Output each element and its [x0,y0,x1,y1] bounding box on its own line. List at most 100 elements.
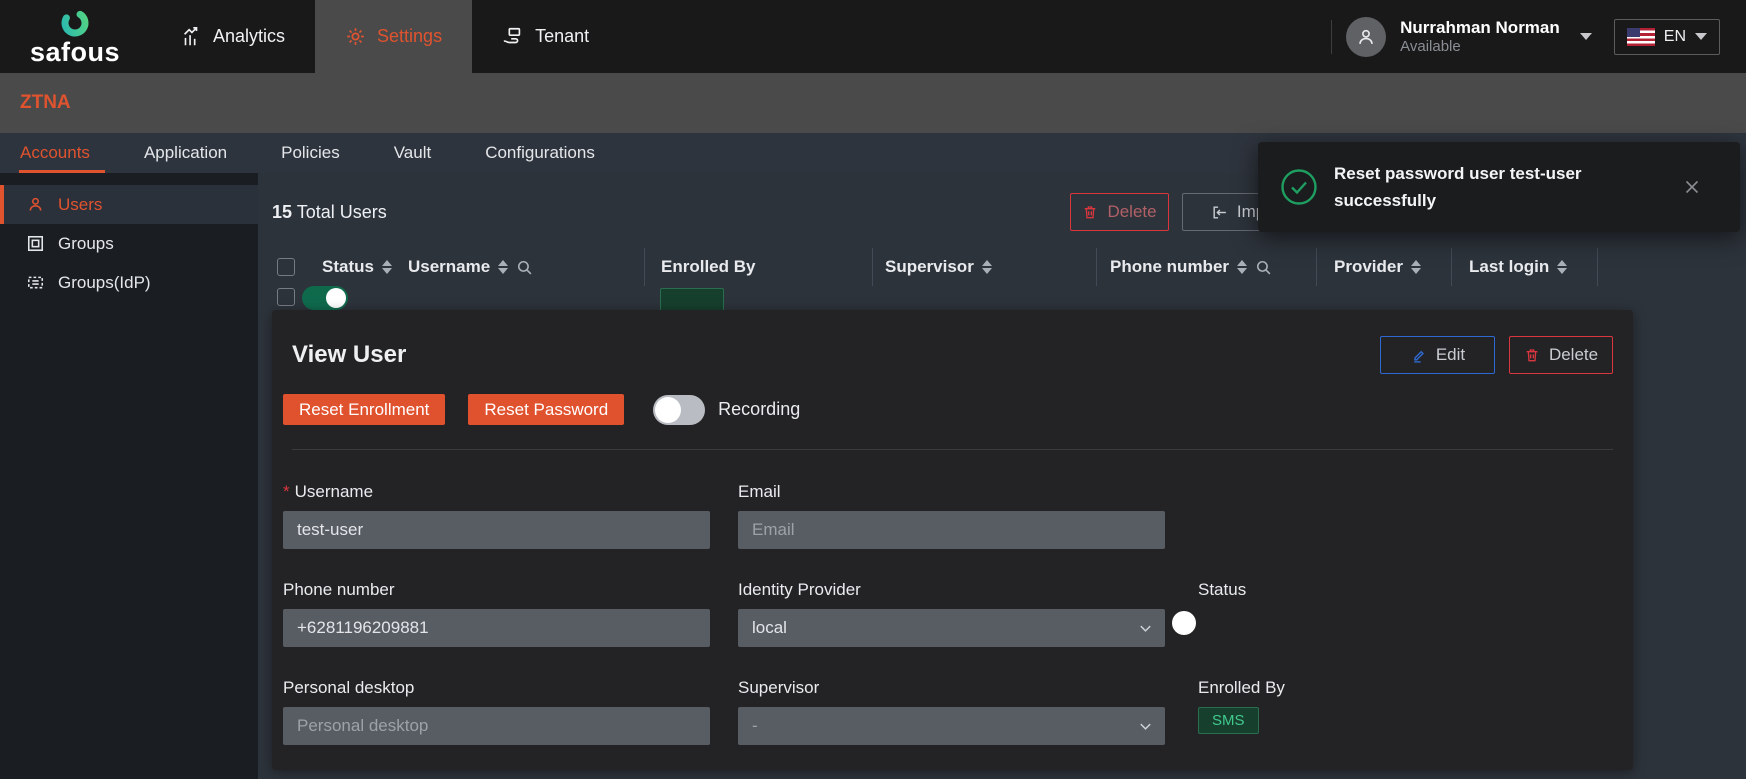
import-icon [1211,204,1228,221]
personal-desktop-input[interactable] [283,707,710,745]
chevron-down-icon [1138,719,1153,734]
check-circle-icon [1280,168,1318,206]
toast-close-icon[interactable] [1680,175,1704,199]
user-menu-caret-icon[interactable] [1579,33,1592,40]
view-user-panel: View User Edit Delete Reset Enrollment R… [272,310,1633,770]
person-icon [1359,29,1373,44]
header-cell-last-login: Last login [1452,248,1598,286]
col-supervisor-label: Supervisor [885,257,974,276]
groups-icon [26,234,45,253]
view-user-actions: Edit Delete [1380,336,1613,374]
app-root: safous Analytics Settings Tenant Nurrahm… [0,0,1746,779]
supervisor-value: - [752,716,758,735]
identity-provider-select[interactable]: local [738,609,1165,647]
sidebar: Users Groups Groups(IdP) [0,173,258,779]
tab-configurations-label: Configurations [485,143,595,162]
sidebar-groups-idp-label: Groups(IdP) [58,272,151,292]
header-cell-provider: Provider [1317,248,1452,286]
tab-policies[interactable]: Policies [254,133,367,173]
status-sort-icon[interactable] [381,260,392,274]
supervisor-label: Supervisor [738,678,820,697]
username-search-icon[interactable] [516,259,533,276]
username-input[interactable] [283,511,710,549]
email-input[interactable] [738,511,1165,549]
user-status: Available [1400,37,1461,55]
nav-item-tenant[interactable]: Tenant [472,0,619,73]
sidebar-item-users[interactable]: Users [0,185,258,224]
user-avatar[interactable] [1346,16,1387,57]
tab-application[interactable]: Application [117,133,254,173]
pencil-icon [1410,347,1427,364]
delete-user-button[interactable]: Delete [1509,336,1613,374]
top-navbar: safous Analytics Settings Tenant Nurrahm… [0,0,1746,73]
phone-search-icon[interactable] [1255,259,1272,276]
status-label: Status [1198,580,1247,599]
table-row[interactable] [258,286,1746,312]
trash-icon [1082,204,1098,220]
col-provider-label: Provider [1334,257,1403,276]
row-status-toggle[interactable] [302,286,348,310]
required-asterisk: * [283,482,290,501]
field-supervisor: Supervisor - [738,678,1165,745]
select-all-checkbox[interactable] [277,258,295,276]
username-sort-icon[interactable] [498,260,509,274]
user-name: Nurrahman Norman [1400,17,1560,37]
user-info[interactable]: Nurrahman Norman Available [1400,17,1560,57]
recording-toggle[interactable] [653,394,706,425]
sidebar-item-groups[interactable]: Groups [0,224,258,263]
analytics-icon [180,26,202,48]
nav-item-settings[interactable]: Settings [315,0,473,73]
edit-user-button[interactable]: Edit [1380,336,1495,374]
trash-icon [1524,347,1540,363]
module-bar: ZTNA [0,73,1746,133]
identity-provider-value: local [752,618,787,637]
logo-wordmark: safous [29,36,121,67]
supervisor-sort-icon[interactable] [981,260,992,274]
tab-policies-label: Policies [281,143,340,162]
last-login-sort-icon[interactable] [1557,260,1568,274]
header-cell-enrolled-by: Enrolled By [645,248,873,286]
col-status-label: Status [322,257,374,276]
users-table-header: Status Username Enrolled By Supervisor P… [258,248,1746,286]
recording-control: Recording [653,394,801,425]
delete-users-button[interactable]: Delete [1070,193,1169,231]
reset-password-button[interactable]: Reset Password [468,394,625,425]
header-cell-supervisor: Supervisor [873,248,1097,286]
language-caret-icon [1695,33,1707,40]
tab-configurations[interactable]: Configurations [458,133,622,173]
tab-accounts-label: Accounts [20,143,90,162]
user-quick-actions: Reset Enrollment Reset Password Recordin… [272,374,1633,425]
tenant-hand-icon [502,26,524,48]
provider-sort-icon[interactable] [1410,260,1421,274]
field-identity-provider: Identity Provider local [738,580,1165,647]
tab-vault[interactable]: Vault [367,133,459,173]
identity-provider-label: Identity Provider [738,580,861,599]
main-content: 15 Total Users Delete Import [258,173,1746,779]
sidebar-groups-label: Groups [58,233,114,253]
total-users-label: Total Users [296,201,387,222]
phone-input[interactable] [283,609,710,647]
row-checkbox[interactable] [277,288,295,306]
safous-logo[interactable]: safous [0,0,150,73]
supervisor-select[interactable]: - [738,707,1165,745]
field-username: * Username [283,482,710,549]
phone-sort-icon[interactable] [1237,260,1248,274]
sidebar-item-groups-idp[interactable]: Groups(IdP) [0,263,258,302]
toast-message: Reset password user test-user successful… [1334,163,1582,210]
tab-accounts[interactable]: Accounts [11,133,117,173]
field-personal-desktop: Personal desktop [283,678,710,745]
header-cell-select [258,255,314,279]
header-cell-phone: Phone number [1097,248,1317,286]
recording-label: Recording [718,399,801,419]
success-toast: Reset password user test-user successful… [1258,142,1740,232]
username-label: * Username [283,482,374,501]
nav-item-analytics[interactable]: Analytics [150,0,315,73]
reset-enrollment-button[interactable]: Reset Enrollment [283,394,446,425]
topbar-right: Nurrahman Norman Available EN [1331,0,1746,73]
topbar-divider [1331,19,1333,54]
nav-settings-label: Settings [377,26,443,46]
language-selector[interactable]: EN [1613,18,1720,55]
col-username-label: Username [408,257,491,276]
field-email: Email [738,482,1165,549]
module-label: ZTNA [20,92,71,113]
